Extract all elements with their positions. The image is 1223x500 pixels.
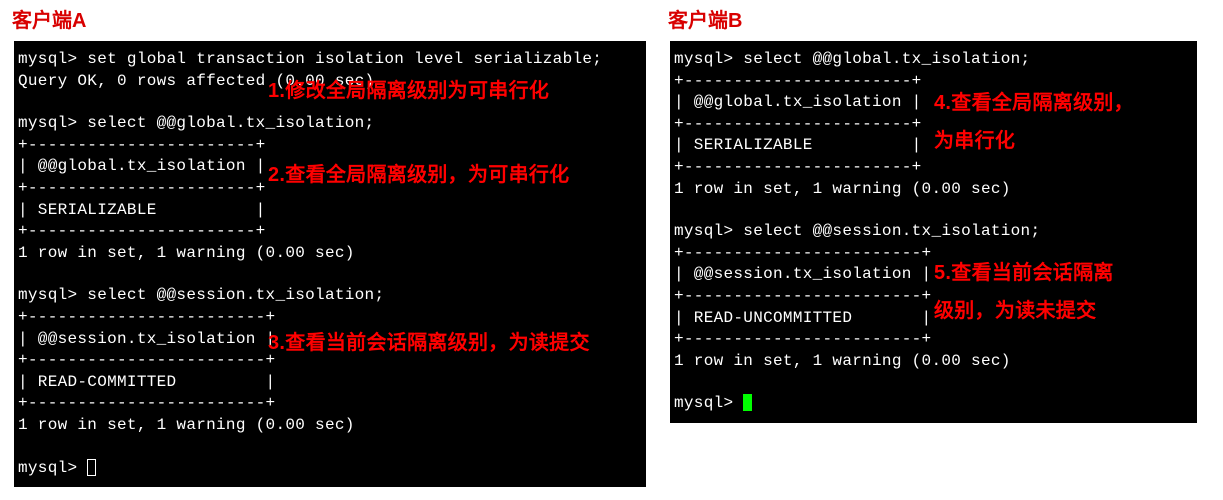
terminal-line: | SERIALIZABLE | [18,200,646,222]
terminal-line: | READ-COMMITTED | [18,372,646,394]
client-b-terminal[interactable]: mysql> select @@global.tx_isolation; +--… [666,37,1201,427]
client-b-title: 客户端B [668,4,1201,33]
annotation-5-line2: 级别，为读未提交 [934,299,1096,324]
terminal-prompt: mysql> [18,459,87,477]
client-a-terminal[interactable]: mysql> set global transaction isolation … [10,37,650,491]
terminal-line [18,264,646,285]
cursor-icon [87,459,96,476]
terminal-line: mysql> select @@global.tx_isolation; [18,113,646,135]
terminal-line: +-----------------------+ [674,157,1197,179]
client-a-title: 客户端A [12,4,650,33]
terminal-prompt-line: mysql> [18,458,646,480]
terminal-line: 1 row in set, 1 warning (0.00 sec) [18,243,646,265]
terminal-line: mysql> select @@global.tx_isolation; [674,49,1197,71]
terminal-line: 1 row in set, 1 warning (0.00 sec) [674,351,1197,373]
terminal-prompt: mysql> [674,394,743,412]
cursor-icon [743,394,752,411]
annotation-4-line2: 为串行化 [934,129,1015,154]
terminal-line: mysql> select @@session.tx_isolation; [18,285,646,307]
annotation-2: 2.查看全局隔离级别，为可串行化 [268,163,569,188]
annotation-3: 3.查看当前会话隔离级别，为读提交 [268,331,590,356]
terminal-line: mysql> select @@session.tx_isolation; [674,221,1197,243]
terminal-line: +------------------------+ [674,329,1197,351]
terminal-line [18,437,646,458]
annotation-1: 1.修改全局隔离级别为可串行化 [268,79,549,104]
terminal-line: 1 row in set, 1 warning (0.00 sec) [18,415,646,437]
terminal-line: +------------------------+ [18,307,646,329]
terminal-line: 1 row in set, 1 warning (0.00 sec) [674,179,1197,201]
client-a-column: 客户端A mysql> set global transaction isola… [10,4,650,491]
screenshot-root: 客户端A mysql> set global transaction isola… [10,4,1213,491]
terminal-line [674,200,1197,221]
terminal-line [674,372,1197,393]
terminal-line: +-----------------------+ [674,71,1197,93]
client-b-column: 客户端B mysql> select @@global.tx_isolation… [666,4,1201,427]
terminal-line: +-----------------------+ [18,221,646,243]
terminal-line: mysql> set global transaction isolation … [18,49,646,71]
annotation-4-line1: 4.查看全局隔离级别， [934,91,1134,116]
annotation-5-line1: 5.查看当前会话隔离 [934,261,1114,286]
terminal-line: +------------------------+ [18,393,646,415]
terminal-prompt-line: mysql> [674,393,1197,415]
terminal-line: +-----------------------+ [18,135,646,157]
